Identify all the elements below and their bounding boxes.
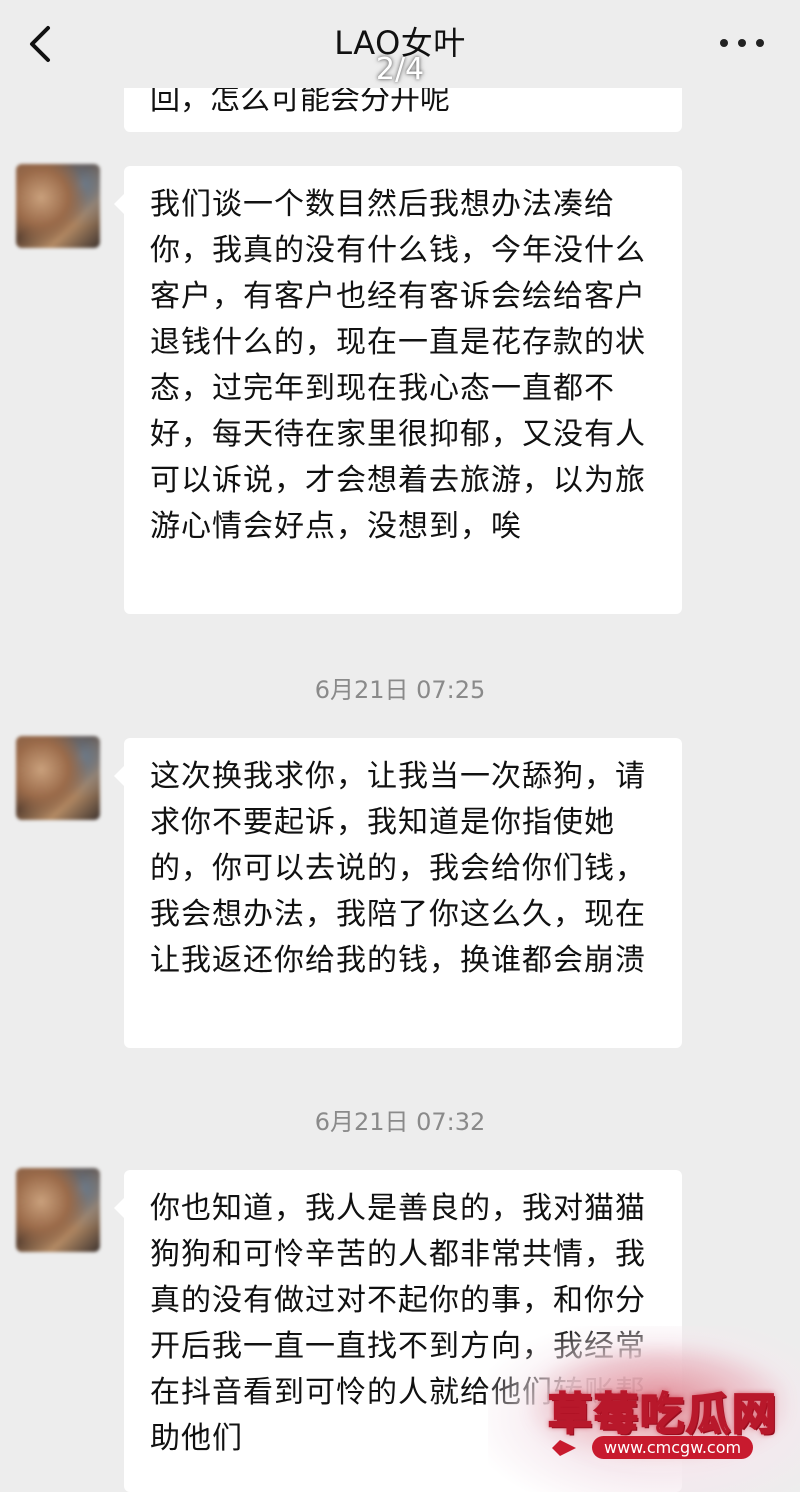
watermark-text: 草莓吃瓜网 <box>547 1388 778 1441</box>
watermark: 草莓吃瓜网 www.cmcgw.com <box>488 1326 800 1492</box>
message-text: 我们谈一个数目然后我想办法凑给你，我真的没有什么钱，今年没什么客户，有客户也经有… <box>150 187 646 544</box>
page-indicator: 2/4 <box>375 52 425 87</box>
watermark-url: www.cmcgw.com <box>592 1436 754 1459</box>
timestamp: 6月21日 07:32 <box>314 1108 486 1136</box>
timestamp: 6月21日 07:25 <box>314 676 486 704</box>
message-text: 这次换我求你，让我当一次舔狗，请求你不要起诉，我知道是你指使她的，你可以去说的，… <box>150 759 646 978</box>
avatar[interactable] <box>16 1168 100 1252</box>
avatar[interactable] <box>16 736 100 820</box>
message-bubble[interactable]: 我们谈一个数目然后我想办法凑给你，我真的没有什么钱，今年没什么客户，有客户也经有… <box>114 166 682 614</box>
more-dots-icon[interactable] <box>720 36 770 50</box>
message-bubble[interactable]: 这次换我求你，让我当一次舔狗，请求你不要起诉，我知道是你指使她的，你可以去说的，… <box>114 738 682 1048</box>
avatar[interactable] <box>16 164 100 248</box>
watermark-logo-icon <box>552 1440 576 1456</box>
